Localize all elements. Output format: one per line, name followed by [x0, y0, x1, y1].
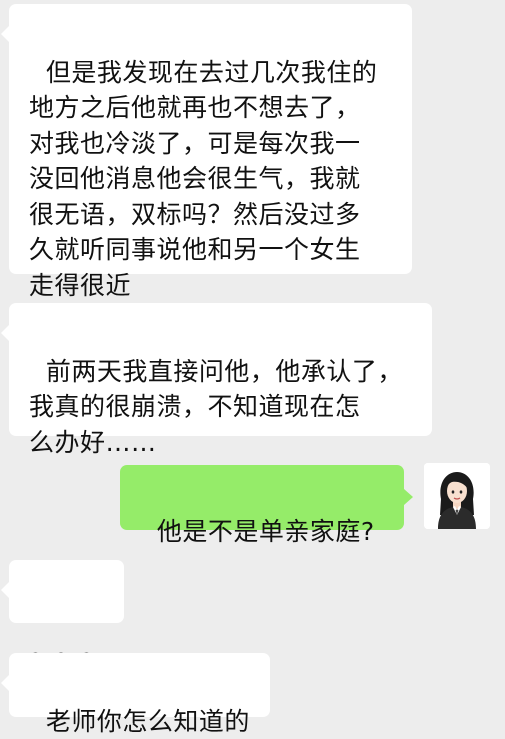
avatar-woman-in-suit-icon [424, 463, 490, 529]
message-text: 老师你怎么知道的 [45, 706, 250, 736]
message-bubble-incoming[interactable]: 前两天我直接问他，他承认了， 我真的很崩溃，不知道现在怎 么办好…… [1, 303, 432, 457]
message-bubble-incoming[interactable]: 老师你怎么知道的 [1, 653, 270, 736]
message-text: 他是不是单亲家庭? [156, 516, 375, 546]
message-bubble-outgoing[interactable]: 他是不是单亲家庭? [120, 465, 413, 546]
message-text: 前两天我直接问他，他承认了， 我真的很崩溃，不知道现在怎 么办好…… [29, 356, 403, 457]
avatar[interactable] [424, 463, 490, 529]
message-text: 但是我发现在去过几次我住的 地方之后他就再也不想去了， 对我也冷淡了，可是每次我… [29, 57, 378, 300]
message-bubble-incoming[interactable]: ？？？ [1, 560, 124, 678]
message-bubble-incoming[interactable]: 但是我发现在去过几次我住的 地方之后他就再也不想去了， 对我也冷淡了，可是每次我… [1, 4, 412, 300]
